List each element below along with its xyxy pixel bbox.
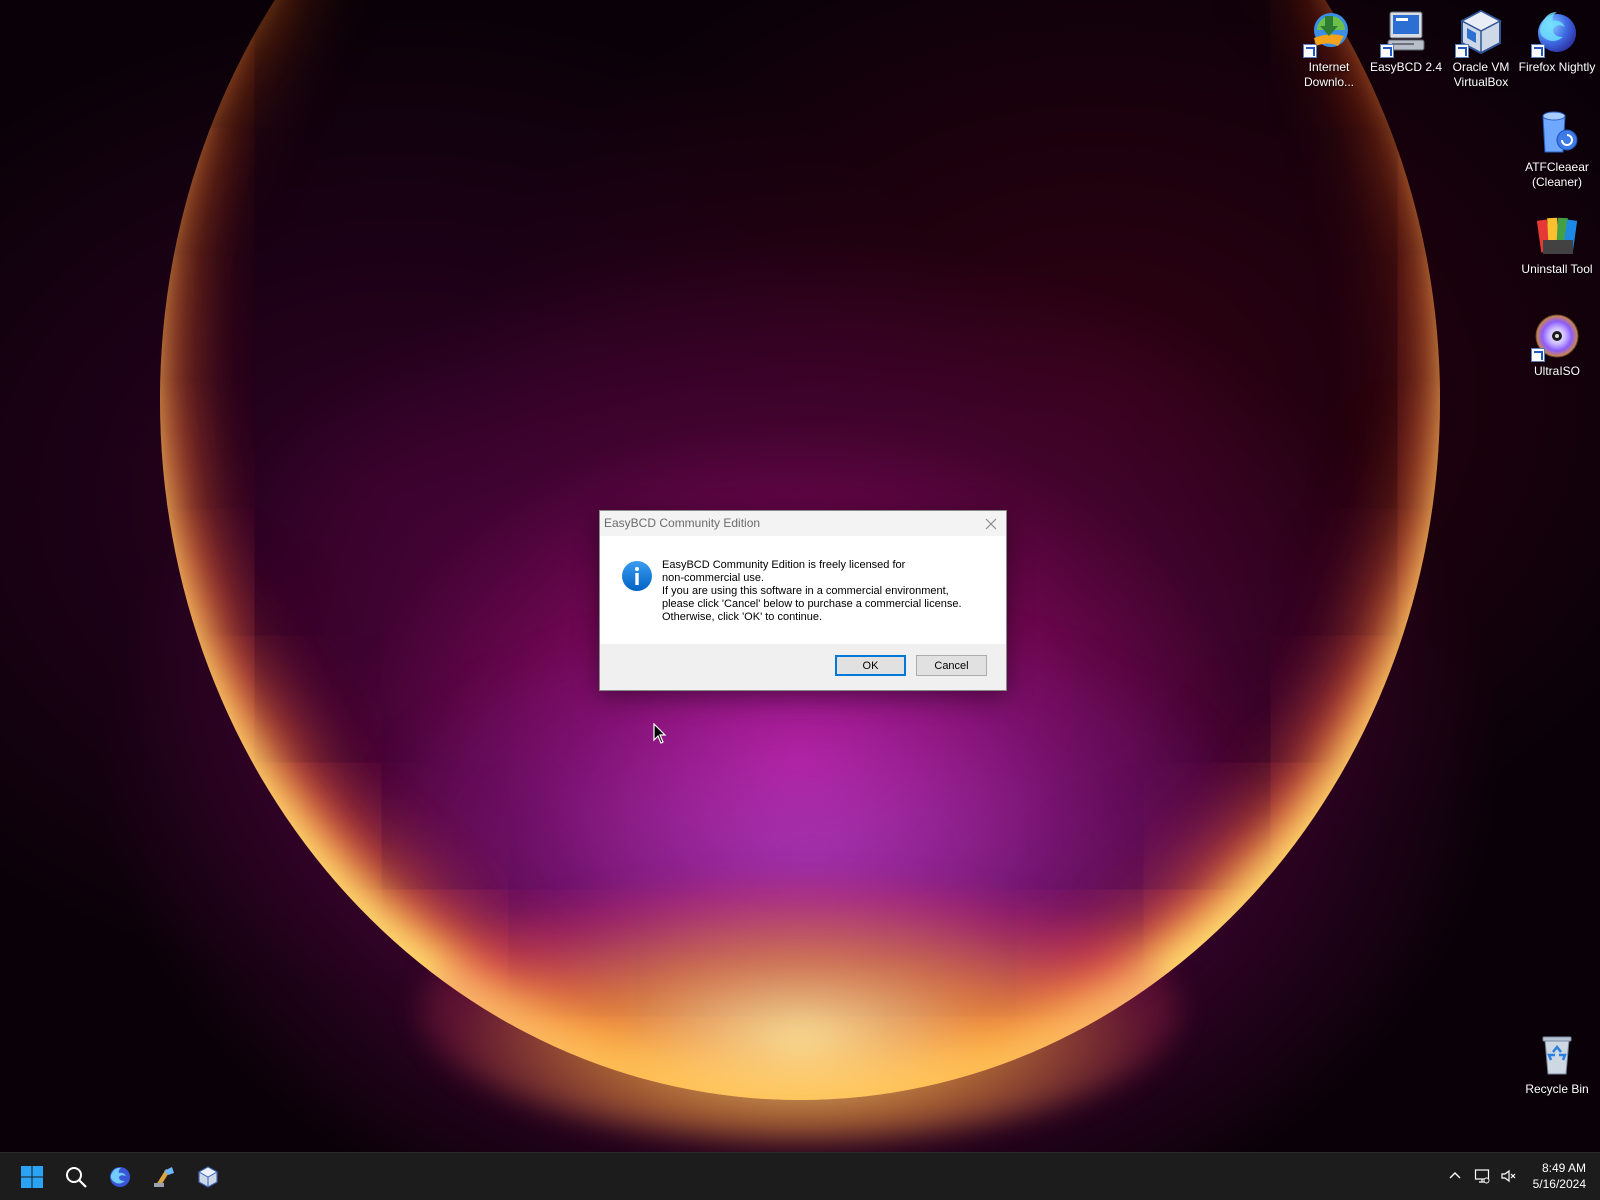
recycle-bin-icon	[1533, 1030, 1581, 1078]
taskbar-search-button[interactable]	[58, 1159, 94, 1195]
desktop-icon-label: Recycle Bin	[1525, 1082, 1589, 1096]
dialog-message-line: Otherwise, click 'OK' to continue.	[662, 611, 823, 623]
firefox-nightly-icon	[110, 1167, 130, 1187]
easybcd-icon	[154, 1167, 174, 1187]
taskbar-virtualbox[interactable]	[190, 1159, 226, 1195]
virtualbox-icon	[1455, 8, 1505, 58]
desktop-icon-label: ATFCleaear (Cleaner)	[1525, 160, 1589, 189]
shortcut-arrow-icon	[1303, 44, 1317, 58]
clock-time: 8:49 AM	[1541, 1161, 1586, 1175]
dialog-titlebar[interactable]: EasyBCD Community Edition	[600, 511, 1006, 536]
desktop-icon-recycle-bin[interactable]: Recycle Bin	[1518, 1030, 1596, 1097]
clock-date: 5/16/2024	[1532, 1177, 1586, 1191]
chevron-up-icon	[1449, 1172, 1461, 1179]
volume-muted-icon	[1501, 1169, 1516, 1183]
taskbar-firefox-nightly[interactable]	[102, 1159, 138, 1195]
dialog-message-line: If you are using this software in a comm…	[662, 585, 949, 597]
shortcut-arrow-icon	[1531, 348, 1545, 362]
easybcd-icon	[1380, 8, 1430, 58]
volume-button[interactable]	[1498, 1165, 1518, 1187]
dialog-close-button[interactable]	[976, 511, 1006, 536]
dialog-footer: OK Cancel	[600, 644, 1006, 690]
desktop-icon-label: Oracle VM VirtualBox	[1452, 60, 1510, 89]
info-icon	[622, 561, 652, 591]
close-icon	[985, 518, 997, 529]
dialog-message-line: please click 'Cancel' below to purchase …	[662, 598, 962, 610]
cancel-button[interactable]: Cancel	[916, 655, 987, 676]
desktop-icon-virtualbox[interactable]: Oracle VM VirtualBox	[1442, 8, 1520, 90]
desktop-icon-firefox-nightly[interactable]: Firefox Nightly	[1518, 8, 1596, 75]
shortcut-arrow-icon	[1380, 44, 1394, 58]
mouse-cursor-icon	[653, 723, 667, 744]
wallpaper-glow	[420, 880, 1180, 1140]
desktop-icon-label: Uninstall Tool	[1521, 262, 1593, 276]
virtualbox-icon	[197, 1166, 219, 1188]
dialog-message-line: EasyBCD Community Edition is freely lice…	[662, 559, 906, 571]
dialog-body: EasyBCD Community Edition is freely lice…	[600, 536, 1006, 643]
easybcd-license-dialog: EasyBCD Community Edition EasyBCD Commun…	[599, 510, 1007, 691]
start-icon	[21, 1166, 43, 1188]
shortcut-arrow-icon	[1531, 44, 1545, 58]
desktop-icon-ultraiso[interactable]: UltraISO	[1518, 312, 1596, 379]
internet-download-manager-icon	[1303, 8, 1353, 58]
shortcut-arrow-icon	[1455, 44, 1469, 58]
desktop-icon-uninstall-tool[interactable]: Uninstall Tool	[1518, 210, 1596, 277]
start-button[interactable]	[14, 1159, 50, 1195]
desktop-icon-label: UltraISO	[1533, 364, 1580, 378]
network-status-button[interactable]	[1472, 1165, 1492, 1187]
dialog-message: EasyBCD Community Edition is freely lice…	[662, 559, 992, 624]
dialog-message-line: non-commercial use.	[662, 572, 765, 584]
taskbar: 8:49 AM 5/16/2024	[0, 1152, 1600, 1200]
desktop-icon-label: Internet Downlo...	[1303, 60, 1355, 89]
uninstall-tool-icon	[1533, 210, 1581, 258]
desktop-icon-atf-cleaner[interactable]: ATFCleaear (Cleaner)	[1518, 108, 1596, 190]
search-icon	[66, 1167, 87, 1188]
ok-button[interactable]: OK	[835, 655, 906, 676]
desktop-icon-internet-download-manager[interactable]: Internet Downlo...	[1290, 8, 1368, 90]
firefox-nightly-icon	[1531, 8, 1581, 58]
network-icon	[1474, 1169, 1490, 1184]
dialog-title: EasyBCD Community Edition	[604, 516, 761, 530]
taskbar-easybcd[interactable]	[146, 1159, 182, 1195]
ultraiso-icon	[1531, 312, 1581, 362]
show-hidden-icons-button[interactable]	[1445, 1165, 1465, 1187]
atf-cleaner-icon	[1533, 108, 1581, 156]
taskbar-clock[interactable]: 8:49 AM 5/16/2024	[1533, 1160, 1586, 1192]
desktop-icon-easybcd[interactable]: EasyBCD 2.4	[1367, 8, 1445, 75]
desktop-icon-label: Firefox Nightly	[1518, 60, 1596, 74]
desktop-icon-label: EasyBCD 2.4	[1369, 60, 1443, 74]
